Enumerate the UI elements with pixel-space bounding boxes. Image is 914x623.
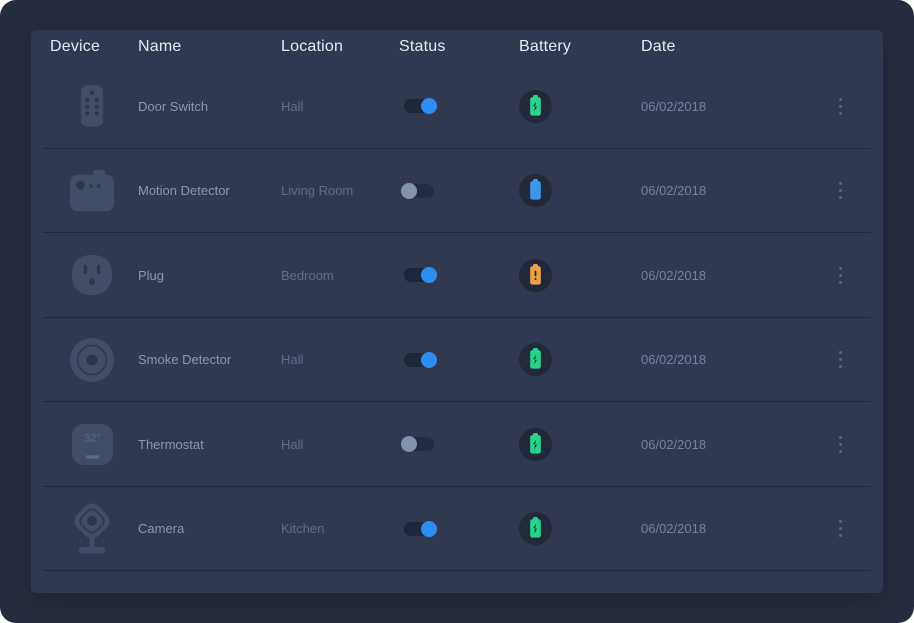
battery-charging-icon	[519, 428, 552, 461]
column-header-name: Name	[138, 38, 281, 56]
status-toggle[interactable]	[404, 99, 434, 113]
row-menu-button[interactable]	[830, 177, 850, 205]
device-date: 06/02/2018	[641, 437, 816, 452]
device-location: Hall	[281, 437, 399, 452]
smoke-detector-icon	[68, 337, 116, 383]
battery-charging-icon	[519, 512, 552, 545]
row-menu-button[interactable]	[830, 515, 850, 543]
device-name: Thermostat	[138, 437, 281, 452]
table-row: Camera Kitchen 06/02/2018	[31, 487, 883, 572]
column-header-battery: Battery	[519, 38, 641, 56]
device-name: Door Switch	[138, 99, 281, 114]
table-row: Motion Detector Living Room 06/02/2018	[31, 149, 883, 234]
table-row: 32° Thermostat Hall 06/02/2018	[31, 402, 883, 487]
motion-detector-icon	[68, 169, 116, 213]
status-toggle[interactable]	[404, 268, 434, 282]
device-location: Kitchen	[281, 521, 399, 536]
column-header-status: Status	[399, 38, 519, 56]
table-row: Plug Bedroom 06/02/2018	[31, 233, 883, 318]
device-location: Living Room	[281, 183, 399, 198]
thermostat-icon: 32°	[68, 422, 116, 467]
device-location: Hall	[281, 352, 399, 367]
table-body: Door Switch Hall 06/02/2018 Motion Detec…	[31, 64, 883, 571]
table-row: Door Switch Hall 06/02/2018	[31, 64, 883, 149]
table-header-row: Device Name Location Status Battery Date	[31, 30, 883, 64]
device-name: Plug	[138, 268, 281, 283]
column-header-date: Date	[641, 38, 816, 56]
plug-icon	[68, 253, 116, 297]
device-date: 06/02/2018	[641, 183, 816, 198]
device-name: Camera	[138, 521, 281, 536]
device-date: 06/02/2018	[641, 268, 816, 283]
battery-charging-icon	[519, 90, 552, 123]
battery-full-icon	[519, 174, 552, 207]
device-location: Bedroom	[281, 268, 399, 283]
battery-charging-icon	[519, 343, 552, 376]
device-location: Hall	[281, 99, 399, 114]
column-header-device: Device	[50, 38, 138, 56]
app-window: Device Name Location Status Battery Date…	[0, 0, 914, 623]
status-toggle[interactable]	[404, 184, 434, 198]
row-menu-button[interactable]	[830, 430, 850, 458]
table-row: Smoke Detector Hall 06/02/2018	[31, 318, 883, 403]
device-date: 06/02/2018	[641, 521, 816, 536]
camera-icon	[68, 500, 116, 558]
device-date: 06/02/2018	[641, 99, 816, 114]
device-name: Motion Detector	[138, 183, 281, 198]
row-menu-button[interactable]	[830, 261, 850, 289]
status-toggle[interactable]	[404, 522, 434, 536]
column-header-location: Location	[281, 38, 399, 56]
device-name: Smoke Detector	[138, 352, 281, 367]
status-toggle[interactable]	[404, 353, 434, 367]
device-table-panel: Device Name Location Status Battery Date…	[31, 30, 883, 593]
device-date: 06/02/2018	[641, 352, 816, 367]
remote-icon	[68, 76, 116, 136]
row-menu-button[interactable]	[830, 346, 850, 374]
battery-low-icon	[519, 259, 552, 292]
svg-text:32°: 32°	[83, 432, 100, 444]
status-toggle[interactable]	[404, 437, 434, 451]
row-menu-button[interactable]	[830, 92, 850, 120]
